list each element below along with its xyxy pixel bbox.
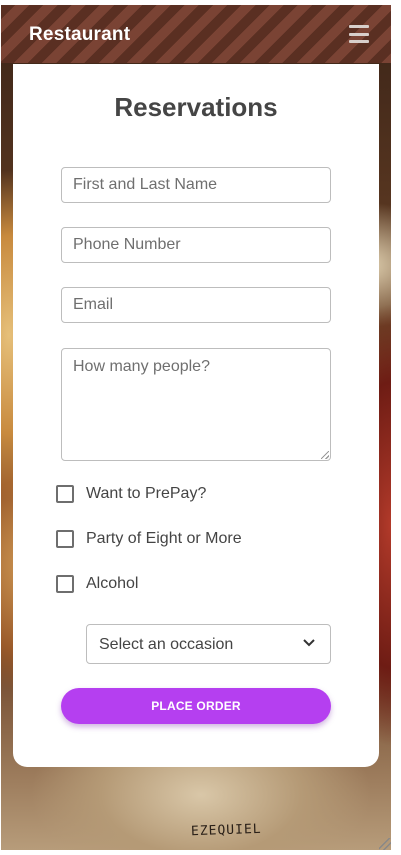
hamburger-line — [349, 32, 369, 36]
phone-input[interactable] — [61, 227, 331, 263]
hamburger-line — [349, 40, 369, 43]
occasion-select[interactable]: Select an occasion — [86, 624, 331, 664]
email-input[interactable] — [61, 287, 331, 323]
page-background: Restaurant Reservations Want to PrePay? … — [1, 5, 391, 850]
checkbox-prepay[interactable]: Want to PrePay? — [56, 484, 206, 504]
window-resize-grip-icon[interactable] — [379, 838, 391, 850]
checkbox-label: Want to PrePay? — [86, 485, 207, 502]
checkbox-square[interactable] — [56, 530, 74, 548]
checkbox-square[interactable] — [56, 485, 74, 503]
top-navbar: Restaurant — [1, 5, 391, 63]
page-title: Reservations — [114, 92, 278, 122]
checkbox-alcohol[interactable]: Alcohol — [56, 574, 138, 594]
occasion-selected-value: Select an occasion — [99, 636, 234, 653]
resize-handle-icon[interactable] — [321, 451, 329, 459]
name-input[interactable] — [61, 167, 331, 203]
reservation-card: Reservations Want to PrePay? Party of Ei… — [13, 64, 379, 767]
place-order-button[interactable]: PLACE ORDER — [61, 688, 331, 724]
painting-signature: EZEQUIEL — [190, 821, 262, 840]
checkbox-label: Party of Eight or More — [86, 530, 242, 547]
checkbox-party-eight[interactable]: Party of Eight or More — [56, 529, 242, 549]
checkbox-square[interactable] — [56, 575, 74, 593]
checkbox-label: Alcohol — [86, 575, 139, 592]
people-textarea[interactable] — [61, 348, 331, 461]
hamburger-icon[interactable] — [349, 25, 369, 43]
chevron-down-icon — [303, 639, 315, 647]
brand-logo-text[interactable]: Restaurant — [29, 24, 130, 46]
hamburger-line — [349, 25, 369, 28]
people-textarea-wrap — [61, 348, 331, 461]
